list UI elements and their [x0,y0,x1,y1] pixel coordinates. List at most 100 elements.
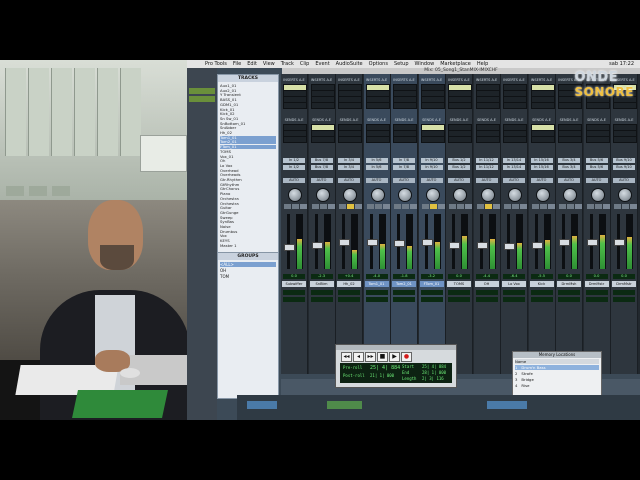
menu-item[interactable]: Event [315,61,329,67]
volume-fader[interactable] [421,239,433,246]
track-name[interactable]: FTom_01 [419,281,444,287]
transport-button[interactable]: ▶ [389,352,400,362]
automation-mode[interactable]: AUTO [558,178,580,183]
volume-fader[interactable] [284,244,295,251]
volume-fader[interactable] [339,239,350,246]
track-name[interactable]: SnBtm [309,281,334,287]
insert-slot[interactable] [585,102,610,109]
track-name[interactable]: Tom1_01 [364,281,389,287]
solo-button[interactable] [457,204,464,209]
pan-knob[interactable] [590,188,605,202]
menu-item[interactable]: AudioSuite [336,61,363,67]
input-output-selector[interactable]: In 11/12 [475,158,498,163]
insert-slot[interactable] [393,102,417,109]
menu-item[interactable]: Setup [394,61,409,67]
pan-knob[interactable] [508,188,522,202]
volume-fader[interactable] [504,243,515,250]
track-list-item[interactable]: GtRhythm [220,183,276,187]
group-list-item[interactable]: <ALL> [220,262,276,267]
insert-slot[interactable] [475,102,500,109]
track-name[interactable]: DrmMstr [584,281,609,287]
memory-location-item[interactable]: 1 Drum'n Bass [515,365,599,370]
menu-item[interactable]: Clip [300,61,309,67]
track-name[interactable]: OH [474,281,499,287]
record-button[interactable] [504,204,511,209]
memory-location-item[interactable]: 4 Rise [515,383,599,388]
input-output-selector[interactable]: In 13/14 [503,158,525,163]
insert-slot[interactable] [283,102,307,109]
menu-item[interactable]: File [233,61,241,67]
automation-mode[interactable]: AUTO [448,178,470,183]
mouse[interactable] [120,368,140,378]
send-slot[interactable] [585,136,610,143]
solo-button[interactable] [347,204,354,209]
solo-button[interactable] [319,204,327,209]
menu-item[interactable]: Track [281,61,294,67]
insert-slot[interactable] [558,102,582,109]
send-slot[interactable] [503,136,527,143]
sliver-button[interactable] [189,88,215,94]
record-button[interactable] [394,204,401,209]
volume-fader[interactable] [559,239,570,246]
record-button[interactable] [311,204,319,209]
automation-mode[interactable]: AUTO [393,178,415,183]
mute-button[interactable] [410,204,417,209]
record-button[interactable] [339,204,346,209]
output-selector[interactable]: In 9/10 [420,165,443,170]
send-slot[interactable] [530,136,555,143]
track-list-item[interactable]: Tom2_01 [220,140,276,145]
track-list-item[interactable]: KEYS [220,239,276,243]
input-output-selector[interactable]: Bus 3/4 [558,158,580,163]
record-button[interactable] [421,204,429,209]
record-button[interactable] [586,204,594,209]
pan-knob[interactable] [370,188,385,202]
track-list-item[interactable]: Orchestra [220,197,276,201]
output-selector[interactable]: In 15/16 [530,165,553,170]
track-list-item[interactable]: BASS_01 [220,98,276,102]
mute-button[interactable] [547,204,555,209]
track-name[interactable]: Subwiffer [282,281,306,287]
send-slot[interactable] [420,136,445,143]
transport-button[interactable]: ● [401,352,412,362]
output-selector[interactable]: In 1/2 [283,165,305,170]
pan-knob[interactable] [480,188,495,202]
memory-location-item[interactable]: 2 Strofe [515,371,599,376]
track-list-item[interactable]: Vox [220,234,276,238]
track-list-item[interactable]: Aux2_01 [220,89,276,93]
pan-knob[interactable] [618,188,632,202]
track-list-item[interactable]: SnBottom_01 [220,122,276,126]
track-list-item[interactable]: Aux1_01 [220,84,276,88]
track-list-item[interactable]: SnAbber [220,126,276,130]
solo-button[interactable] [374,204,382,209]
track-list-item[interactable]: Noise [220,225,276,229]
automation-mode[interactable]: AUTO [338,178,360,183]
track-list-item[interactable]: Piano [220,192,276,196]
track-name[interactable]: Kick [529,281,554,287]
solo-button[interactable] [484,204,492,209]
input-output-selector[interactable]: In 1/2 [283,158,305,163]
solo-button[interactable] [512,204,519,209]
mute-button[interactable] [575,204,582,209]
solo-button[interactable] [622,204,629,209]
transport-button[interactable]: ◂◂ [341,352,352,362]
group-list-item[interactable]: OH [220,268,276,273]
pan-knob[interactable] [315,188,330,202]
automation-mode[interactable]: AUTO [503,178,525,183]
group-list-item[interactable]: TOM [220,274,276,279]
automation-mode[interactable]: AUTO [613,178,635,183]
solo-button[interactable] [539,204,547,209]
end-value[interactable]: 28| 1| 000 [422,370,446,375]
volume-fader[interactable] [449,241,460,249]
record-button[interactable] [531,204,539,209]
input-output-selector[interactable]: Bus 1/2 [448,158,470,163]
track-list-item[interactable]: Oh [220,159,276,163]
pan-knob[interactable] [343,188,357,202]
menu-item[interactable]: Edit [247,61,257,67]
mute-button[interactable] [630,204,637,209]
insert-slot[interactable] [338,102,362,109]
send-slot[interactable] [283,136,307,143]
clip[interactable] [247,401,277,409]
insert-slot[interactable] [503,102,527,109]
pan-knob[interactable] [425,188,440,202]
mute-button[interactable] [492,204,500,209]
